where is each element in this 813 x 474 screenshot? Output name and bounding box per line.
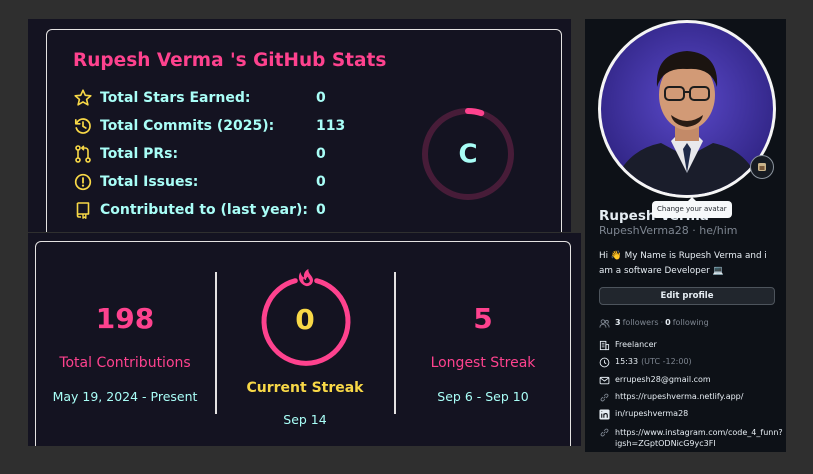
- profile-email[interactable]: errupesh28@gmail.com: [615, 375, 711, 384]
- rank-letter: C: [458, 140, 477, 170]
- profile-linkedin[interactable]: in/rupeshverma28: [615, 409, 688, 418]
- link-icon: [600, 428, 609, 437]
- stat-row-issues: Total Issues: 0: [73, 171, 373, 193]
- email-row: errupesh28@gmail.com: [599, 375, 711, 386]
- pull-request-icon: [75, 145, 91, 163]
- current-streak-value: 0: [295, 303, 315, 336]
- stat-value: 0: [316, 90, 326, 106]
- stat-value: 0: [316, 146, 326, 162]
- separator: ·: [660, 318, 664, 327]
- stat-row-prs: Total PRs: 0: [73, 143, 373, 165]
- star-icon: [74, 89, 92, 106]
- linkedin-icon: [599, 409, 610, 420]
- streak-card: 198 Total Contributions May 19, 2024 - P…: [35, 241, 571, 446]
- current-streak-label: Current Streak: [246, 380, 364, 396]
- profile-bio: Hi 👋 My Name is Rupesh Verma and i am a …: [599, 251, 767, 276]
- issue-icon: [74, 173, 92, 191]
- github-stats-panel: Rupesh Verma 's GitHub Stats Total Stars…: [28, 19, 571, 232]
- instagram-row: https://www.instagram.com/code_4_funn?ig…: [599, 427, 783, 449]
- total-contributions-value: 198: [95, 302, 155, 335]
- followers-count[interactable]: 3: [615, 318, 621, 327]
- smiley-icon: [758, 163, 766, 171]
- profile-username-line: RupeshVerma28 · he/him: [599, 224, 738, 237]
- profile-instagram[interactable]: https://www.instagram.com/code_4_funn?ig…: [615, 427, 783, 449]
- website-row: https://rupeshverma.netlify.app/: [599, 392, 743, 403]
- stat-label: Total Stars Earned:: [100, 90, 251, 106]
- rank-circle: C: [422, 108, 514, 200]
- profile-website[interactable]: https://rupeshverma.netlify.app/: [615, 392, 743, 401]
- timezone: (UTC -12:00): [641, 357, 692, 366]
- linkedin-row: in/rupeshverma28: [599, 409, 688, 420]
- link-icon: [600, 393, 609, 402]
- stat-label: Total Issues:: [100, 174, 199, 190]
- profile-sidebar: Change your avatar Rupesh Verma RupeshVe…: [585, 19, 786, 452]
- total-contributions-label: Total Contributions: [59, 355, 191, 371]
- profile-company: Freelancer: [615, 340, 657, 349]
- mail-icon: [599, 376, 610, 385]
- followers-row: 3 followers · 0 following: [599, 318, 709, 329]
- profile-username: RupeshVerma28: [599, 224, 689, 237]
- stat-value: 0: [316, 174, 326, 190]
- stat-row-contributed: Contributed to (last year): 0: [73, 199, 373, 221]
- following-label[interactable]: following: [673, 318, 709, 327]
- longest-streak-range: Sep 6 - Sep 10: [437, 389, 529, 404]
- avatar-photo: [601, 23, 773, 195]
- history-icon: [74, 118, 91, 134]
- current-streak-range: Sep 14: [283, 412, 327, 427]
- avatar[interactable]: [598, 20, 776, 198]
- local-time: 15:33: [615, 357, 639, 366]
- stats-title: Rupesh Verma 's GitHub Stats: [73, 50, 387, 71]
- following-count[interactable]: 0: [665, 318, 671, 327]
- stat-value: 0: [316, 202, 326, 218]
- stat-label: Total PRs:: [100, 146, 179, 162]
- stat-row-commits: Total Commits (2025): 113: [73, 115, 373, 137]
- stat-value: 113: [316, 118, 346, 134]
- avatar-tooltip: Change your avatar: [652, 197, 732, 218]
- stat-row-stars: Total Stars Earned: 0: [73, 87, 373, 109]
- edit-profile-button[interactable]: Edit profile: [599, 287, 775, 305]
- fire-icon: [298, 269, 314, 287]
- followers-label[interactable]: followers: [623, 318, 659, 327]
- streak-stats-panel: 198 Total Contributions May 19, 2024 - P…: [28, 233, 581, 446]
- profile-pronouns: he/him: [699, 224, 738, 237]
- total-contributions-range: May 19, 2024 - Present: [52, 389, 198, 404]
- people-icon: [599, 319, 610, 328]
- repo-icon: [76, 202, 90, 219]
- local-time-row: 15:33 (UTC -12:00): [599, 357, 692, 368]
- longest-streak-value: 5: [473, 302, 493, 335]
- avatar-status-button[interactable]: [750, 155, 774, 179]
- github-stats-card: Rupesh Verma 's GitHub Stats Total Stars…: [46, 29, 562, 232]
- clock-icon: [599, 357, 610, 368]
- stat-label: Contributed to (last year):: [100, 202, 309, 218]
- stat-label: Total Commits (2025):: [100, 118, 275, 134]
- company-row: Freelancer: [599, 340, 657, 351]
- longest-streak-label: Longest Streak: [430, 355, 536, 371]
- building-icon: [599, 340, 610, 351]
